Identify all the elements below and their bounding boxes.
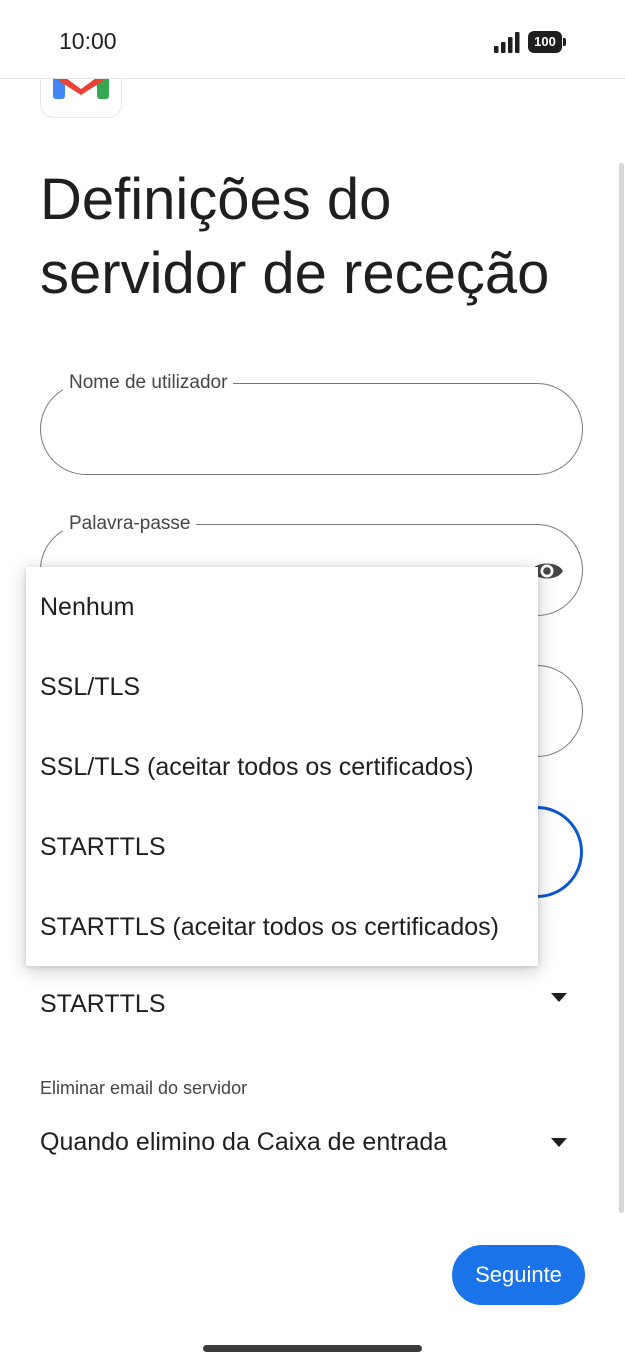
password-label: Palavra-passe: [63, 512, 197, 536]
battery-tip: [563, 38, 566, 46]
security-type-select[interactable]: STARTTLS: [40, 980, 585, 1030]
status-time: 10:00: [59, 28, 117, 54]
username-label: Nome de utilizador: [63, 371, 234, 395]
page-title: Definições do servidor de receção: [40, 163, 600, 311]
chevron-down-icon: [551, 993, 567, 1002]
battery-level: 100: [528, 31, 562, 53]
page-title-line-2: servidor de receção: [40, 241, 550, 306]
security-type-dropdown-menu: Nenhum SSL/TLS SSL/TLS (aceitar todos os…: [26, 567, 538, 966]
menu-item-starttls[interactable]: STARTTLS: [26, 807, 538, 887]
security-type-value: STARTTLS: [40, 990, 166, 1018]
delete-email-value: Quando elimino da Caixa de entrada: [40, 1128, 448, 1156]
chevron-down-icon: [551, 1138, 567, 1147]
delete-email-label: Eliminar email do servidor: [40, 1078, 248, 1098]
menu-item-starttls-accept-all[interactable]: STARTTLS (aceitar todos os certificados): [26, 887, 538, 967]
menu-item-none[interactable]: Nenhum: [26, 567, 538, 647]
next-button[interactable]: Seguinte: [452, 1245, 585, 1305]
signal-icon: [494, 31, 522, 53]
menu-item-ssl-tls[interactable]: SSL/TLS: [26, 647, 538, 727]
username-field[interactable]: Nome de utilizador: [40, 371, 583, 475]
delete-email-select[interactable]: Eliminar email do servidor Quando elimin…: [40, 1076, 585, 1176]
home-indicator[interactable]: [203, 1345, 422, 1352]
menu-item-ssl-tls-accept-all[interactable]: SSL/TLS (aceitar todos os certificados): [26, 727, 538, 807]
scrollbar[interactable]: [619, 163, 624, 1213]
battery-icon: 100: [528, 31, 568, 53]
status-bar: 10:00 100: [0, 0, 625, 79]
page-title-line-1: Definições do: [40, 167, 392, 232]
